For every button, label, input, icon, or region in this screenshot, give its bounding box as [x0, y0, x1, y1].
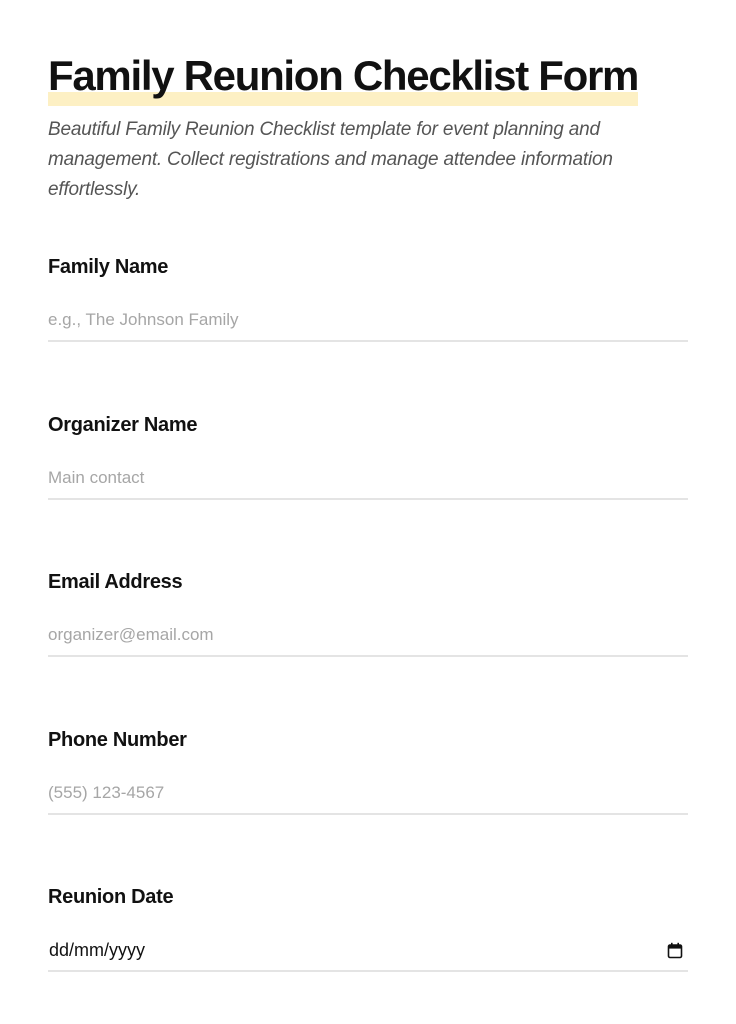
family-name-field: Family Name	[48, 254, 688, 364]
title-block: Family Reunion Checklist Form	[48, 52, 639, 106]
date-format-text: dd/mm/yyyy	[49, 939, 146, 960]
organizer-name-label: Organizer Name	[48, 414, 198, 436]
phone-number-input[interactable]	[48, 773, 688, 815]
organizer-name-field: Organizer Name	[48, 412, 688, 522]
email-address-input[interactable]	[48, 615, 688, 657]
form-description: Beautiful Family Reunion Checklist templ…	[48, 119, 613, 200]
page-title: Family Reunion Checklist Form	[48, 52, 639, 99]
family-name-input[interactable]	[48, 300, 688, 342]
phone-number-label: Phone Number	[48, 729, 187, 751]
reunion-date-label: Reunion Date	[48, 886, 174, 908]
family-name-label: Family Name	[48, 256, 169, 278]
reunion-date-field: Reunion Date dd/mm/yyyy	[48, 884, 688, 994]
email-address-field: Email Address	[48, 569, 688, 679]
calendar-icon[interactable]	[664, 939, 686, 961]
phone-number-field: Phone Number	[48, 727, 688, 837]
email-address-label: Email Address	[48, 571, 183, 593]
organizer-name-input[interactable]	[48, 458, 688, 500]
reunion-date-input[interactable]: dd/mm/yyyy	[48, 930, 688, 972]
